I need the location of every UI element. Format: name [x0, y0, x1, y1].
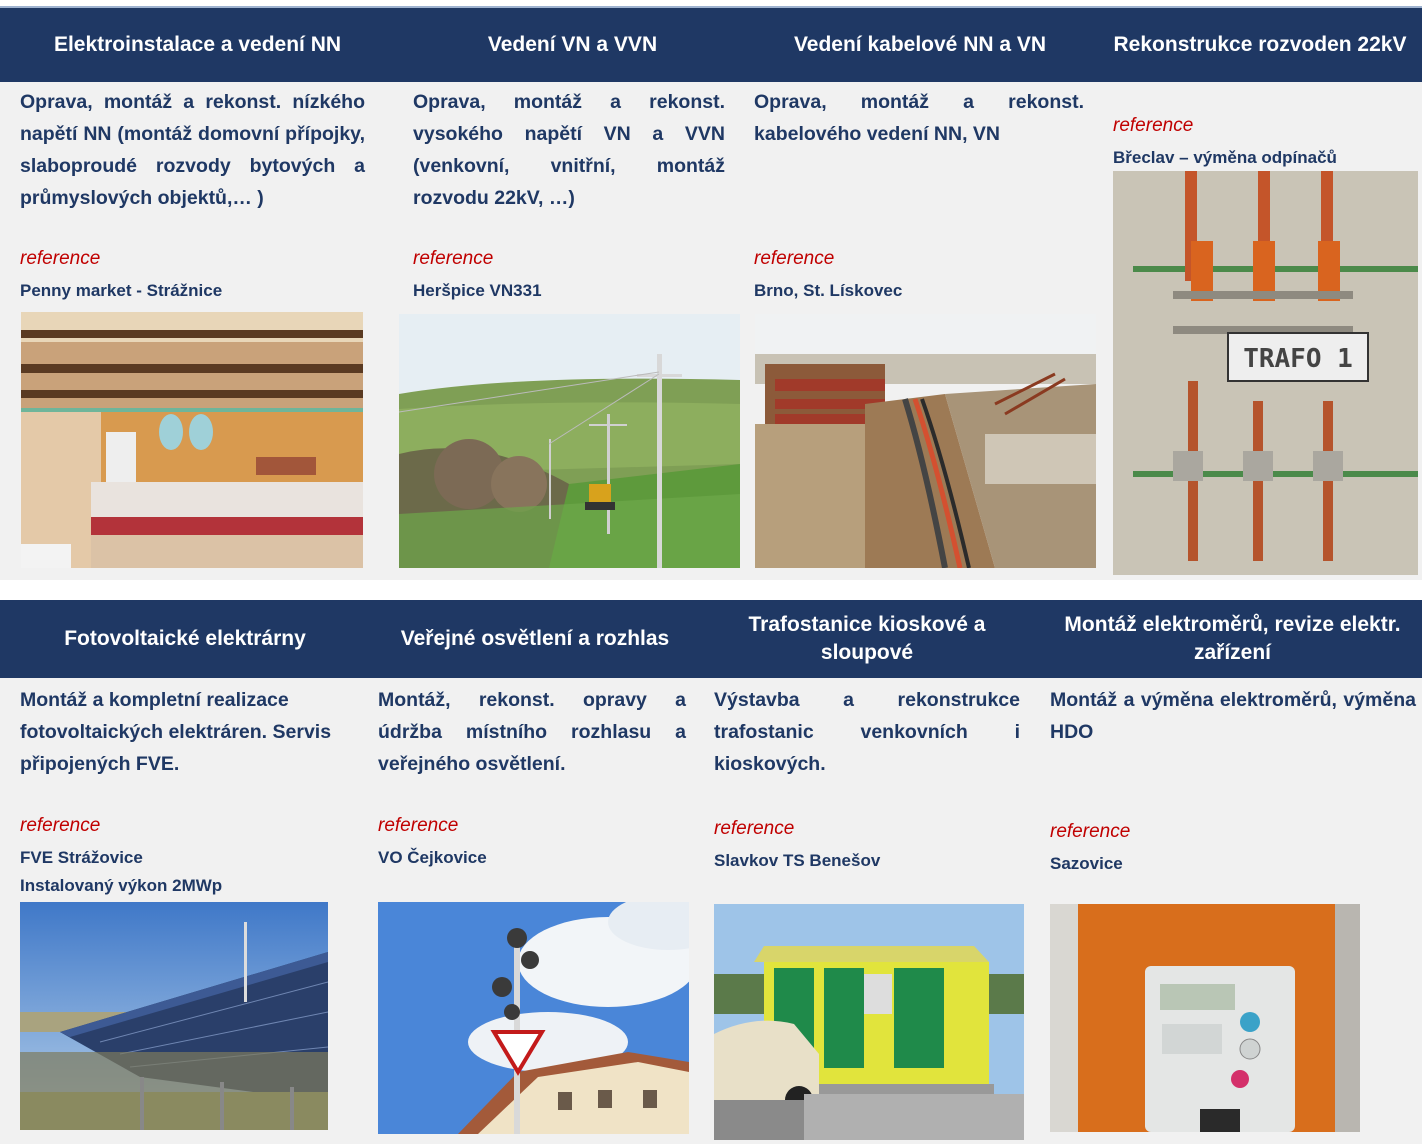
power-line-field-photo [399, 314, 740, 568]
reference-place: Brno, St. Lískovec [754, 281, 903, 300]
heading-vedeni-vn: Vedení VN a VVN [487, 33, 658, 56]
reference-label: reference [413, 248, 494, 269]
solar-panels-photo [20, 902, 328, 1130]
reference-place: VO Čejkovice [378, 848, 487, 867]
heading-elektromery: Montáž elektroměrů, revize elektr. zaříz… [1064, 613, 1401, 664]
description-kabelove: Oprava, montáž a rekonst. kabelového ved… [754, 91, 1084, 145]
reference-label: reference [20, 248, 101, 269]
description-verejne-osvetleni: Montáž, rekonst. opravy a údržba místníh… [378, 689, 686, 775]
reference-place: Slavkov TS Benešov [714, 851, 881, 870]
heading-elektroinstalace: Elektroinstalace a vedení NN [53, 33, 342, 56]
description-trafostanice: Výstavba a rekonstrukce trafostanic venk… [714, 689, 1020, 775]
description-elektromery: Montáž a výměna elektroměrů, výměna HDO [1050, 689, 1416, 743]
heading-trafostanice: Trafostanice kioskové a sloupové [748, 613, 986, 664]
heading-kabelove: Vedení kabelové NN a VN [793, 33, 1047, 56]
row-separator [0, 580, 1422, 600]
street-lamp-speaker-photo [378, 902, 689, 1134]
reference-place: Penny market - Strážnice [20, 281, 223, 300]
description-fotovoltaicke: Montáž a kompletní realizace fotovoltaic… [20, 689, 332, 775]
heading-verejne-osvetleni: Veřejné osvětlení a rozhlas [400, 627, 670, 650]
heading-fotovoltaicke: Fotovoltaické elektrárny [64, 627, 306, 650]
reference-label: reference [1113, 115, 1194, 136]
switchgear-trafo-photo: TRAFO 1 [1113, 171, 1418, 575]
reference-place: Sazovice [1050, 854, 1123, 873]
electricity-meter-photo [1050, 904, 1360, 1132]
reference-label: reference [20, 815, 101, 836]
description-vedeni-vn: Oprava, montáž a rekonst. vysokého napět… [413, 91, 725, 209]
reference-label: reference [714, 818, 795, 839]
description-elektroinstalace: Oprava, montáž a rekonst. nízkého napětí… [20, 91, 365, 209]
reference-label: reference [378, 815, 459, 836]
reference-label: reference [1050, 821, 1131, 842]
reference-place: Heršpice VN331 [413, 281, 542, 300]
reference-place: FVE Strážovice [20, 848, 143, 867]
trafo-sign-text: TRAFO 1 [1243, 344, 1353, 374]
reference-place-detail: Instalovaný výkon 2MWp [20, 876, 223, 895]
reference-label: reference [754, 248, 835, 269]
top-rule [0, 0, 1422, 8]
heading-rozvodny: Rekonstrukce rozvoden 22kV [1113, 33, 1407, 56]
cable-trench-photo [755, 314, 1096, 568]
store-interior-photo [21, 312, 363, 568]
kiosk-substation-photo [714, 904, 1024, 1140]
reference-place: Břeclav – výměna odpínačů [1113, 148, 1337, 167]
